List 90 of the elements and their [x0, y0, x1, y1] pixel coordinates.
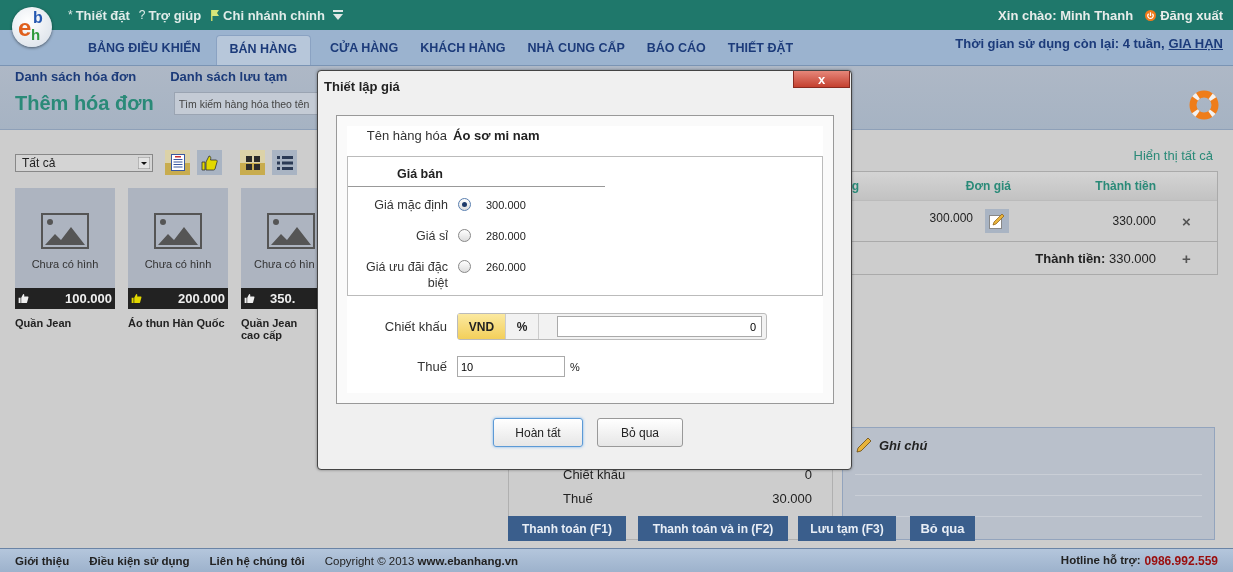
close-button[interactable]: x	[793, 71, 850, 88]
footer-link[interactable]: Giới thiệu	[15, 554, 70, 567]
option-label: Giá sỉ	[415, 228, 448, 244]
image-icon	[154, 213, 202, 249]
view-toggle[interactable]	[197, 150, 222, 175]
add-button[interactable]: +	[1156, 249, 1217, 267]
flag-icon	[210, 9, 221, 21]
lifebuoy-icon	[1189, 90, 1219, 120]
pencil-icon	[855, 436, 873, 454]
column-header: Đơn giá	[965, 179, 1011, 193]
image-placeholder[interactable]: Chưa có hình	[128, 188, 228, 288]
nav-tab[interactable]: BÁN HÀNG	[215, 35, 311, 65]
summary-value: 0	[804, 467, 812, 484]
page-title: Thêm hóa đơn	[15, 92, 154, 115]
action-button[interactable]: Thanh toán và in (F2)	[638, 516, 788, 541]
placeholder-text: Chưa có hình	[31, 258, 99, 270]
column-header: g	[851, 179, 859, 193]
remove-button[interactable]: ×	[1156, 212, 1217, 230]
nav-tab[interactable]: BẢNG ĐIỀU KHIỂN	[75, 35, 214, 65]
dialog-title: Thiết lập giá	[324, 79, 400, 94]
column-header: Thành tiền	[1095, 179, 1156, 193]
action-button[interactable]: Bỏ qua	[910, 516, 975, 541]
discount-field[interactable]: 0	[557, 316, 762, 337]
placeholder-text: Chưa có hìn	[253, 258, 315, 270]
product-name-value: Áo sơ mi nam	[453, 128, 540, 143]
sub-link[interactable]: Danh sách lưu tạm	[170, 69, 288, 84]
option-label: Giá mặc định	[373, 197, 448, 213]
dialog-button[interactable]: Hoàn tất	[493, 418, 583, 447]
greeting-text: Xin chào: Minh Thanh	[998, 7, 1134, 23]
radio-button[interactable]	[458, 260, 471, 273]
link-icon: ?	[138, 8, 146, 22]
action-button[interactable]: Thanh toán (F1)	[508, 516, 626, 541]
product-name[interactable]: Áo thun Hàn Quốc	[128, 317, 228, 329]
power-icon	[1145, 9, 1157, 21]
view-toggle[interactable]	[240, 150, 265, 175]
price-text: 100.000	[65, 291, 112, 306]
pencil-icon	[989, 213, 1005, 229]
group-title: Giá bán	[348, 167, 605, 187]
summary-value: 30.000	[772, 491, 812, 508]
logout-link[interactable]: Đăng xuất	[1160, 7, 1223, 23]
unit-toggle[interactable]: %	[506, 314, 539, 339]
top-link[interactable]: Chi nhánh chính	[223, 7, 325, 23]
price-text: 350.	[270, 291, 296, 306]
table-cell-text: 330.000	[1111, 214, 1156, 228]
option-value: 300.000	[486, 199, 526, 211]
unit-toggle[interactable]: VND	[458, 314, 506, 339]
hotline-label: Hotline hỗ trợ:	[1060, 553, 1141, 568]
thumbs-up-icon	[201, 154, 218, 171]
remaining-time-text: Thời gian sử dụng còn lại: 4 tuần,	[955, 36, 1165, 51]
hotline-number: 0986.992.559	[1144, 553, 1218, 568]
image-icon	[41, 213, 89, 249]
link-icon: *	[68, 8, 73, 22]
view-toggle[interactable]	[165, 150, 190, 175]
list-icon	[276, 155, 293, 170]
summary-label: Thuế	[562, 491, 593, 508]
edit-button[interactable]	[985, 209, 1009, 233]
grid-icon	[245, 155, 260, 170]
field-label: Tên hàng hóa	[365, 128, 447, 143]
field-label: Chiết khấu	[383, 319, 447, 334]
dialog-button[interactable]: Bỏ qua	[597, 418, 683, 447]
tax-field[interactable]: 10	[457, 356, 565, 377]
filter-dropdown[interactable]: Tất cả	[15, 153, 153, 172]
placeholder-text: Chưa có hình	[144, 258, 212, 270]
renew-link[interactable]: GIA HẠN	[1168, 36, 1223, 51]
footer-link[interactable]: Điều kiện sử dụng	[89, 554, 190, 567]
table-cell-text: 300.000	[928, 210, 973, 225]
action-button[interactable]: Lưu tạm (F3)	[798, 516, 896, 541]
price-text: 200.000	[178, 291, 225, 306]
radio-button[interactable]	[458, 198, 471, 211]
footer-link[interactable]: Liên hệ chúng tôi	[209, 554, 305, 567]
option-value: 260.000	[486, 261, 526, 273]
product-name[interactable]: Quần Jean cao cấp	[241, 317, 313, 341]
view-toggle[interactable]	[272, 150, 297, 175]
notes-title: Ghi chú	[879, 437, 928, 453]
unit-text: %	[570, 360, 580, 373]
total-text: Thành tiền: 330.000	[1034, 250, 1156, 266]
document-icon	[170, 154, 185, 171]
sub-link[interactable]: Danh sách hóa đơn	[15, 69, 137, 84]
summary-label: Chiết khấu	[562, 467, 626, 484]
caret-icon	[138, 156, 150, 169]
image-placeholder[interactable]: Chưa có hình	[15, 188, 115, 288]
option-label: Giá ưu đãi đặc biệt	[364, 259, 448, 291]
option-value: 280.000	[486, 230, 526, 242]
image-icon	[267, 213, 315, 249]
top-link[interactable]: Thiết đặt	[75, 7, 130, 23]
copyright-text: Copyright © 2013 www.ebanhang.vn	[324, 554, 519, 567]
top-link[interactable]: Trợ giúp	[148, 7, 202, 23]
radio-button[interactable]	[458, 229, 471, 242]
product-name[interactable]: Quần Jean	[15, 317, 115, 329]
field-label: Thuế	[416, 359, 447, 374]
